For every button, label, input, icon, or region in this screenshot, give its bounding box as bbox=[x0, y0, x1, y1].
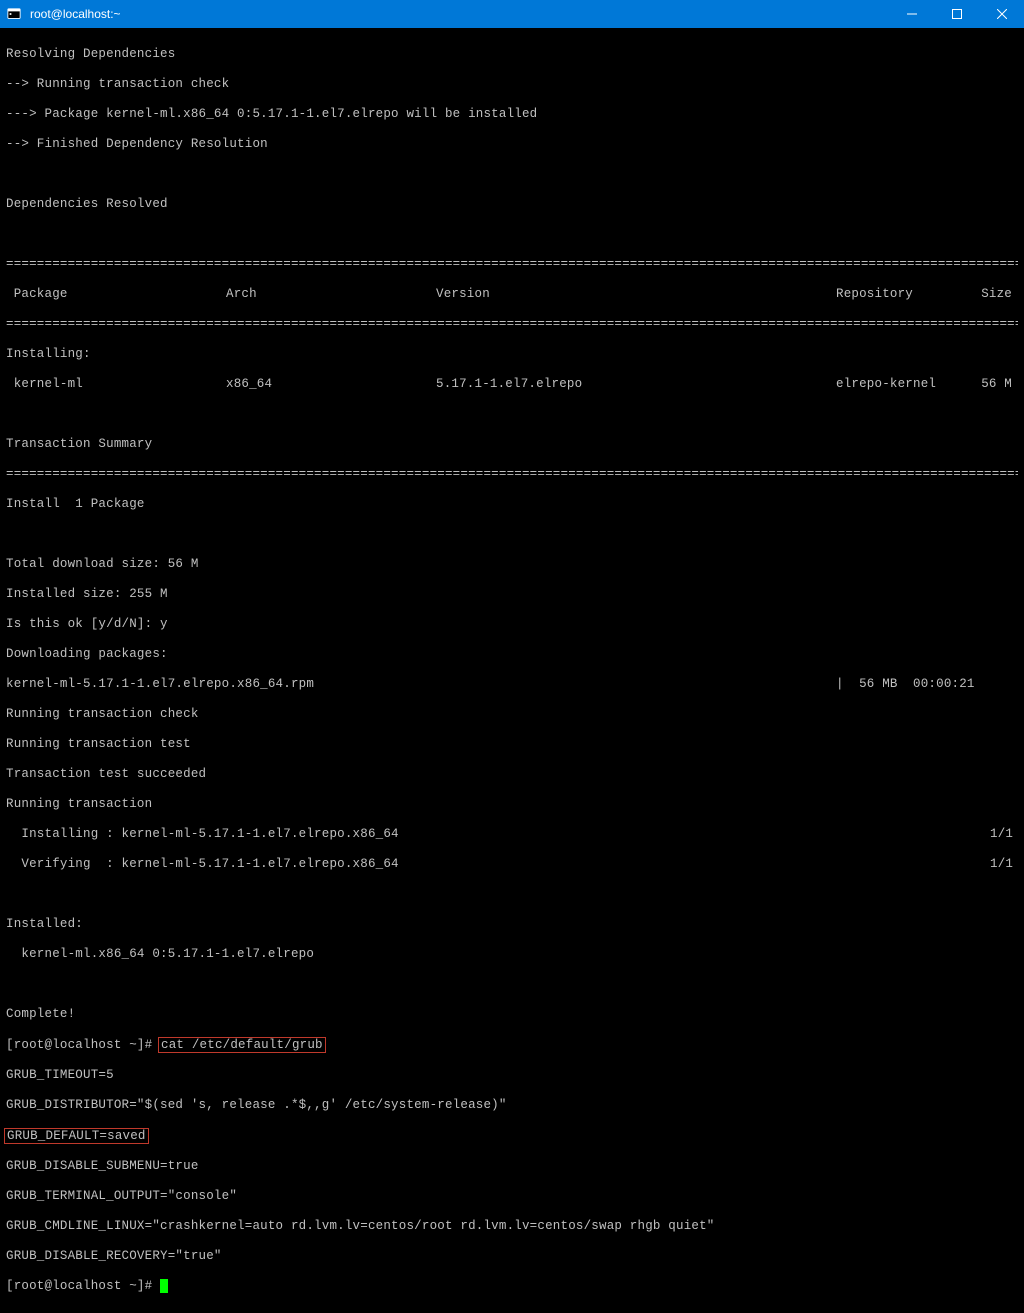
cell-repository: elrepo-kernel bbox=[836, 377, 956, 392]
output-line: Installed size: 255 M bbox=[6, 587, 1018, 602]
download-status: | 56 MB 00:00:21 bbox=[836, 677, 975, 692]
output-line: Running transaction test bbox=[6, 737, 1018, 752]
output-line: --> Finished Dependency Resolution bbox=[6, 137, 1018, 152]
window-titlebar: root@localhost:~ bbox=[0, 0, 1024, 28]
cursor-block bbox=[160, 1279, 168, 1293]
output-line: GRUB_DISABLE_RECOVERY="true" bbox=[6, 1249, 1018, 1264]
col-size: Size bbox=[956, 287, 1012, 302]
app-icon bbox=[0, 7, 28, 21]
output-line bbox=[6, 167, 1018, 182]
output-line: Complete! bbox=[6, 1007, 1018, 1022]
table-header-row: Package Arch Version Repository Size bbox=[6, 287, 1018, 302]
output-line: Installing: bbox=[6, 347, 1018, 362]
table-row: kernel-ml x86_64 5.17.1-1.el7.elrepo elr… bbox=[6, 377, 1018, 392]
output-line bbox=[6, 977, 1018, 992]
output-line: GRUB_TERMINAL_OUTPUT="console" bbox=[6, 1189, 1018, 1204]
highlighted-config: GRUB_DEFAULT=saved bbox=[4, 1128, 149, 1144]
shell-prompt: [root@localhost ~]# bbox=[6, 1279, 160, 1293]
cell-arch: x86_64 bbox=[226, 377, 436, 392]
output-line: GRUB_DEFAULT=saved bbox=[6, 1128, 1018, 1144]
verify-progress-line: Verifying : kernel-ml-5.17.1-1.el7.elrep… bbox=[6, 857, 1018, 872]
output-line: Transaction Summary bbox=[6, 437, 1018, 452]
output-line: Running transaction check bbox=[6, 707, 1018, 722]
output-line: GRUB_CMDLINE_LINUX="crashkernel=auto rd.… bbox=[6, 1219, 1018, 1234]
prompt-line: [root@localhost ~]# cat /etc/default/gru… bbox=[6, 1037, 1018, 1053]
output-line: kernel-ml.x86_64 0:5.17.1-1.el7.elrepo bbox=[6, 947, 1018, 962]
output-line: Install 1 Package bbox=[6, 497, 1018, 512]
output-line: Total download size: 56 M bbox=[6, 557, 1018, 572]
output-line: Installed: bbox=[6, 917, 1018, 932]
output-line: ---> Package kernel-ml.x86_64 0:5.17.1-1… bbox=[6, 107, 1018, 122]
output-line: GRUB_DISTRIBUTOR="$(sed 's, release .*$,… bbox=[6, 1098, 1018, 1113]
output-line: Downloading packages: bbox=[6, 647, 1018, 662]
prompt-line: [root@localhost ~]# bbox=[6, 1279, 1018, 1294]
output-line bbox=[6, 227, 1018, 242]
output-line bbox=[6, 527, 1018, 542]
verify-count: 1/1 bbox=[990, 857, 1013, 872]
window-title: root@localhost:~ bbox=[28, 7, 889, 21]
separator-line: ========================================… bbox=[6, 317, 1018, 332]
install-count: 1/1 bbox=[990, 827, 1013, 842]
output-line: GRUB_TIMEOUT=5 bbox=[6, 1068, 1018, 1083]
separator-line: ========================================… bbox=[6, 257, 1018, 272]
install-progress-line: Installing : kernel-ml-5.17.1-1.el7.elre… bbox=[6, 827, 1018, 842]
download-progress-line: kernel-ml-5.17.1-1.el7.elrepo.x86_64.rpm… bbox=[6, 677, 1018, 692]
output-line: GRUB_DISABLE_SUBMENU=true bbox=[6, 1159, 1018, 1174]
output-line: Running transaction bbox=[6, 797, 1018, 812]
download-file: kernel-ml-5.17.1-1.el7.elrepo.x86_64.rpm bbox=[6, 677, 836, 692]
install-step: Installing : kernel-ml-5.17.1-1.el7.elre… bbox=[6, 827, 990, 842]
output-line: --> Running transaction check bbox=[6, 77, 1018, 92]
cell-size: 56 M bbox=[956, 377, 1012, 392]
highlighted-command: cat /etc/default/grub bbox=[158, 1037, 326, 1053]
close-button[interactable] bbox=[979, 0, 1024, 28]
col-package: Package bbox=[6, 287, 226, 302]
output-line: Transaction test succeeded bbox=[6, 767, 1018, 782]
output-line bbox=[6, 407, 1018, 422]
verify-step: Verifying : kernel-ml-5.17.1-1.el7.elrep… bbox=[6, 857, 990, 872]
col-version: Version bbox=[436, 287, 836, 302]
shell-prompt: [root@localhost ~]# bbox=[6, 1038, 160, 1052]
cell-version: 5.17.1-1.el7.elrepo bbox=[436, 377, 836, 392]
output-line: Dependencies Resolved bbox=[6, 197, 1018, 212]
output-line bbox=[6, 887, 1018, 902]
output-line: Is this ok [y/d/N]: y bbox=[6, 617, 1018, 632]
terminal-body[interactable]: Resolving Dependencies --> Running trans… bbox=[0, 28, 1024, 1313]
cell-package: kernel-ml bbox=[6, 377, 226, 392]
col-arch: Arch bbox=[226, 287, 436, 302]
output-line: Resolving Dependencies bbox=[6, 47, 1018, 62]
minimize-button[interactable] bbox=[889, 0, 934, 28]
separator-line: ========================================… bbox=[6, 467, 1018, 482]
col-repository: Repository bbox=[836, 287, 956, 302]
maximize-button[interactable] bbox=[934, 0, 979, 28]
